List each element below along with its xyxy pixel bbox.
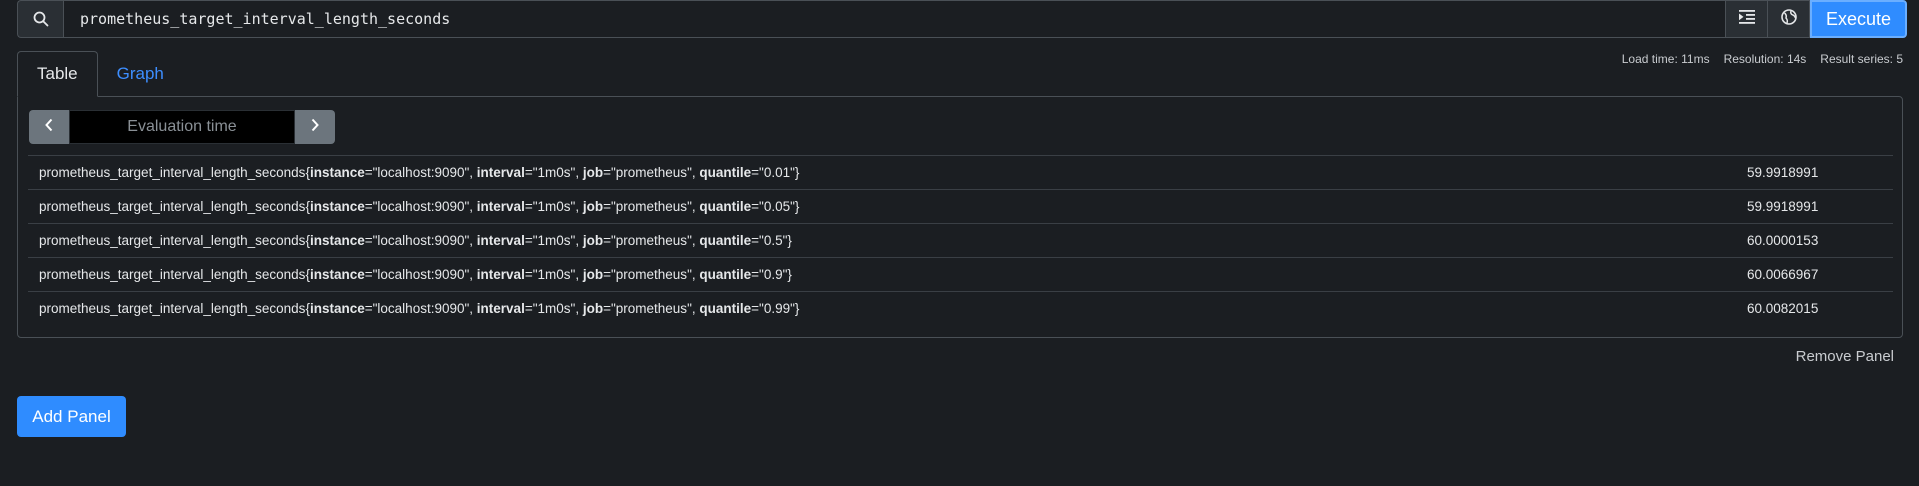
evaluation-time-picker: Evaluation time <box>29 110 335 144</box>
quantile-value: 0.05 <box>763 199 791 214</box>
series-labels: prometheus_target_interval_length_second… <box>39 301 800 316</box>
remove-panel-link[interactable]: Remove Panel <box>1796 348 1894 365</box>
add-panel-button[interactable]: Add Panel <box>17 396 126 437</box>
series-value: 60.0082015 <box>1747 301 1819 316</box>
chevron-left-icon <box>44 118 54 137</box>
series-value: 60.0000153 <box>1747 233 1819 248</box>
series-labels: prometheus_target_interval_length_second… <box>39 199 800 214</box>
next-time-button[interactable] <box>295 110 335 144</box>
table-row: prometheus_target_interval_length_second… <box>28 223 1893 257</box>
globe-icon <box>1780 8 1797 30</box>
instance-value: localhost:9090 <box>377 199 465 214</box>
metric-name: prometheus_target_interval_length_second… <box>39 165 306 180</box>
evaluation-time-placeholder: Evaluation time <box>127 118 237 135</box>
previous-time-button[interactable] <box>29 110 69 144</box>
interval-value: 1m0s <box>537 301 571 316</box>
search-icon[interactable] <box>17 0 63 38</box>
metric-name: prometheus_target_interval_length_second… <box>39 301 306 316</box>
metric-name: prometheus_target_interval_length_second… <box>39 199 306 214</box>
metric-name: prometheus_target_interval_length_second… <box>39 267 306 282</box>
quantile-value: 0.5 <box>763 233 783 248</box>
interval-value: 1m0s <box>537 165 571 180</box>
series-value: 59.9918991 <box>1747 199 1819 214</box>
query-stats: Load time: 11ms Resolution: 14s Result s… <box>1622 52 1903 66</box>
tab-table[interactable]: Table <box>17 51 98 97</box>
series-labels: prometheus_target_interval_length_second… <box>39 165 800 180</box>
series-value: 59.9918991 <box>1747 165 1819 180</box>
interval-value: 1m0s <box>537 233 571 248</box>
execute-button[interactable]: Execute <box>1810 0 1907 38</box>
load-time: Load time: 11ms <box>1621 52 1710 66</box>
panel-tabs: Table Graph <box>17 51 183 97</box>
table-panel: Evaluation time prometheus_target_interv… <box>17 96 1903 338</box>
quantile-value: 0.01 <box>763 165 791 180</box>
results-table: prometheus_target_interval_length_second… <box>28 155 1893 325</box>
job-value: prometheus <box>615 301 688 316</box>
table-row: prometheus_target_interval_length_second… <box>28 155 1893 189</box>
format-expression-button[interactable] <box>1726 0 1768 38</box>
result-series: Result series: 5 <box>1820 52 1903 66</box>
table-row: prometheus_target_interval_length_second… <box>28 291 1893 325</box>
metric-name: prometheus_target_interval_length_second… <box>39 233 306 248</box>
interval-value: 1m0s <box>537 267 571 282</box>
instance-value: localhost:9090 <box>377 301 465 316</box>
job-value: prometheus <box>615 199 688 214</box>
resolution: Resolution: 14s <box>1723 52 1807 66</box>
instance-value: localhost:9090 <box>377 165 465 180</box>
interval-value: 1m0s <box>537 199 571 214</box>
instance-value: localhost:9090 <box>377 267 465 282</box>
metrics-explorer-button[interactable] <box>1768 0 1810 38</box>
series-labels: prometheus_target_interval_length_second… <box>39 233 792 248</box>
tab-graph[interactable]: Graph <box>98 51 183 97</box>
query-input[interactable]: prometheus_target_interval_length_second… <box>63 0 1726 38</box>
job-value: prometheus <box>615 233 688 248</box>
evaluation-time-input[interactable]: Evaluation time <box>69 110 295 144</box>
query-expression: prometheus_target_interval_length_second… <box>80 10 451 28</box>
quantile-value: 0.9 <box>763 267 783 282</box>
chevron-right-icon <box>310 118 320 137</box>
instance-value: localhost:9090 <box>377 233 465 248</box>
format-indent-icon <box>1738 9 1755 29</box>
query-bar: prometheus_target_interval_length_second… <box>0 0 1907 38</box>
series-value: 60.0066967 <box>1747 267 1819 282</box>
series-labels: prometheus_target_interval_length_second… <box>39 267 792 282</box>
job-value: prometheus <box>615 267 688 282</box>
quantile-value: 0.99 <box>763 301 791 316</box>
table-row: prometheus_target_interval_length_second… <box>28 189 1893 223</box>
table-row: prometheus_target_interval_length_second… <box>28 257 1893 291</box>
job-value: prometheus <box>615 165 688 180</box>
